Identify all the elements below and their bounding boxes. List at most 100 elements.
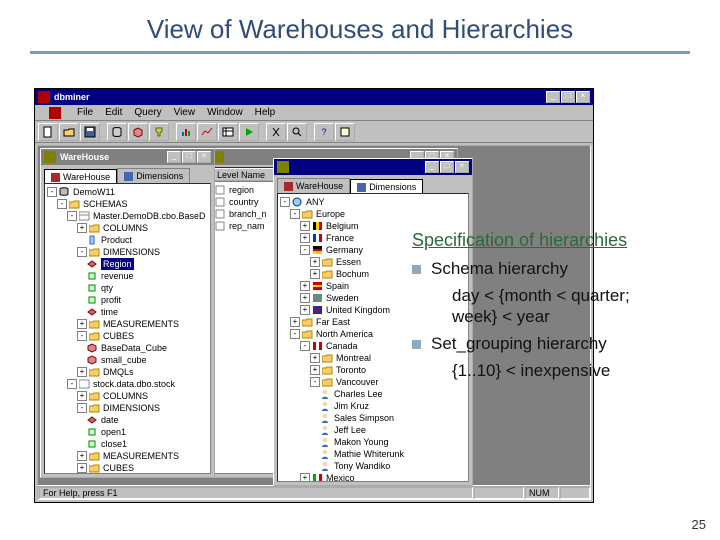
expand-icon[interactable]: + bbox=[300, 473, 310, 482]
expand-icon[interactable]: + bbox=[77, 319, 87, 329]
tree-node[interactable]: -ANY bbox=[280, 196, 466, 208]
minimize-button[interactable]: _ bbox=[167, 151, 181, 163]
tree-node[interactable]: qty bbox=[47, 282, 208, 294]
expand-icon[interactable]: + bbox=[310, 365, 320, 375]
collapse-icon[interactable]: - bbox=[290, 329, 300, 339]
tab-warehouse[interactable]: WareHouse bbox=[277, 178, 350, 193]
tool-help[interactable]: ? bbox=[314, 123, 334, 141]
tree-node[interactable]: +DMQLs bbox=[47, 366, 208, 378]
menu-help[interactable]: Help bbox=[255, 107, 276, 118]
collapse-icon[interactable]: - bbox=[77, 403, 87, 413]
expand-icon[interactable]: + bbox=[77, 367, 87, 377]
tree-node[interactable]: time bbox=[47, 306, 208, 318]
collapse-icon[interactable]: - bbox=[67, 211, 77, 221]
menu-file[interactable]: File bbox=[77, 107, 93, 118]
tool-table[interactable] bbox=[218, 123, 238, 141]
collapse-icon[interactable]: - bbox=[300, 341, 310, 351]
tool-about[interactable] bbox=[335, 123, 355, 141]
expand-icon[interactable]: + bbox=[290, 317, 300, 327]
tab-dimensions[interactable]: Dimensions bbox=[350, 179, 423, 194]
expand-icon[interactable]: + bbox=[300, 305, 310, 315]
collapse-icon[interactable]: - bbox=[57, 199, 67, 209]
close-button[interactable]: × bbox=[455, 161, 469, 173]
tree-node[interactable]: -stock.data.dbo.stock bbox=[47, 378, 208, 390]
tree-node[interactable]: +Mexico bbox=[280, 472, 466, 482]
tool-run[interactable] bbox=[239, 123, 259, 141]
tree-node[interactable]: date bbox=[47, 414, 208, 426]
tree-node[interactable]: +COLUMNS bbox=[47, 222, 208, 234]
collapse-icon[interactable]: - bbox=[300, 245, 310, 255]
expand-icon[interactable]: + bbox=[300, 233, 310, 243]
close-button[interactable]: × bbox=[576, 91, 590, 103]
tree-node[interactable]: -SCHEMAS bbox=[47, 198, 208, 210]
menu-edit[interactable]: Edit bbox=[105, 107, 122, 118]
tree-node[interactable]: +COLUMNS bbox=[47, 390, 208, 402]
expand-icon[interactable]: + bbox=[300, 293, 310, 303]
collapse-icon[interactable]: - bbox=[290, 209, 300, 219]
dimensions-titlebar[interactable]: _ □ × bbox=[274, 159, 472, 175]
tree-node[interactable]: Jeff Lee bbox=[280, 424, 466, 436]
tree-node[interactable]: -Master.DemoDB.cbo.BaseD bbox=[47, 210, 208, 222]
app-titlebar[interactable]: dbminer _ □ × bbox=[35, 89, 593, 105]
tool-save[interactable] bbox=[80, 123, 100, 141]
warehouse-titlebar[interactable]: WareHouse _ □ × bbox=[41, 149, 214, 165]
collapse-icon[interactable]: - bbox=[310, 377, 320, 387]
tool-chart1[interactable] bbox=[176, 123, 196, 141]
tool-cube[interactable] bbox=[128, 123, 148, 141]
tree-node[interactable]: -CUBES bbox=[47, 330, 208, 342]
tree-node[interactable]: revenue bbox=[47, 270, 208, 282]
collapse-icon[interactable]: - bbox=[77, 331, 87, 341]
tree-node[interactable]: profit bbox=[47, 294, 208, 306]
tree-node-selected[interactable]: Region bbox=[47, 258, 208, 270]
menu-query[interactable]: Query bbox=[134, 107, 161, 118]
tree-node[interactable]: close1 bbox=[47, 438, 208, 450]
tool-open[interactable] bbox=[59, 123, 79, 141]
expand-icon[interactable]: + bbox=[77, 463, 87, 473]
tree-node[interactable]: +MEASUREMENTS bbox=[47, 450, 208, 462]
tree-node[interactable]: +CUBES bbox=[47, 462, 208, 474]
tree-node[interactable]: Tony Wandiko bbox=[280, 460, 466, 472]
close-button[interactable]: × bbox=[197, 151, 211, 163]
tree-node[interactable]: -DemoW11 bbox=[47, 186, 208, 198]
tree-node[interactable]: Sales Simpson bbox=[280, 412, 466, 424]
expand-icon[interactable]: + bbox=[77, 223, 87, 233]
warehouse-window[interactable]: WareHouse _ □ × WareHouse Dimensions -De… bbox=[40, 148, 215, 478]
menu-view[interactable]: View bbox=[174, 107, 196, 118]
collapse-icon[interactable]: - bbox=[280, 197, 290, 207]
maximize-button[interactable]: □ bbox=[561, 91, 575, 103]
tool-find[interactable] bbox=[287, 123, 307, 141]
expand-icon[interactable]: + bbox=[310, 257, 320, 267]
tree-node[interactable]: Makon Young bbox=[280, 436, 466, 448]
tree-node[interactable]: Product bbox=[47, 234, 208, 246]
menu-window[interactable]: Window bbox=[207, 107, 243, 118]
tree-node[interactable]: +MEASUREMENTS bbox=[47, 318, 208, 330]
minimize-button[interactable]: _ bbox=[425, 161, 439, 173]
expand-icon[interactable]: + bbox=[310, 353, 320, 363]
collapse-icon[interactable]: - bbox=[47, 187, 57, 197]
collapse-icon[interactable]: - bbox=[77, 247, 87, 257]
tab-dimensions[interactable]: Dimensions bbox=[117, 168, 190, 183]
tool-drill[interactable] bbox=[149, 123, 169, 141]
collapse-icon[interactable]: - bbox=[67, 379, 77, 389]
app-menu-icon[interactable] bbox=[49, 107, 61, 119]
tree-node[interactable]: BaseData_Cube bbox=[47, 342, 208, 354]
expand-icon[interactable]: + bbox=[77, 391, 87, 401]
tree-node[interactable]: -DIMENSIONS bbox=[47, 246, 208, 258]
tree-node[interactable]: -Europe bbox=[280, 208, 466, 220]
expand-icon[interactable]: + bbox=[310, 269, 320, 279]
tool-chart2[interactable] bbox=[197, 123, 217, 141]
tool-new[interactable] bbox=[38, 123, 58, 141]
tree-node[interactable]: -DIMENSIONS bbox=[47, 402, 208, 414]
maximize-button[interactable]: □ bbox=[440, 161, 454, 173]
warehouse-tree-pane[interactable]: -DemoW11 -SCHEMAS -Master.DemoDB.cbo.Bas… bbox=[44, 183, 211, 474]
tree-node[interactable]: open1 bbox=[47, 426, 208, 438]
tree-node[interactable]: Jim Kruz bbox=[280, 400, 466, 412]
tree-node[interactable]: small_cube bbox=[47, 354, 208, 366]
tool-db[interactable] bbox=[107, 123, 127, 141]
expand-icon[interactable]: + bbox=[300, 281, 310, 291]
tab-warehouse[interactable]: WareHouse bbox=[44, 169, 117, 184]
tree-node[interactable]: Mathie Whiterunk bbox=[280, 448, 466, 460]
expand-icon[interactable]: + bbox=[77, 451, 87, 461]
tool-cut[interactable] bbox=[266, 123, 286, 141]
maximize-button[interactable]: □ bbox=[182, 151, 196, 163]
